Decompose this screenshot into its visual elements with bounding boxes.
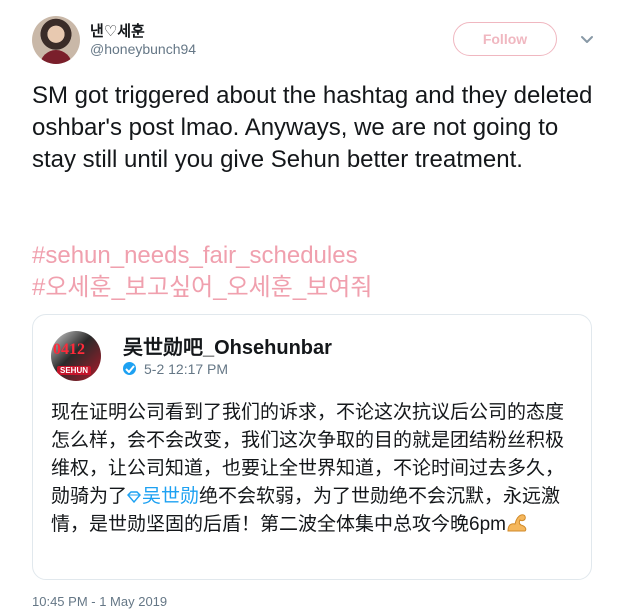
user-handle[interactable]: @honeybunch94: [90, 41, 196, 57]
quoted-tweet-body: 现在证明公司看到了我们的诉求，不论这次抗议后公司的态度怎么样，会不会改变，我们这…: [51, 399, 579, 539]
avatar-tag: SEHUN: [57, 366, 92, 375]
tweet-text: SM got triggered about the hashtag and t…: [32, 82, 593, 173]
hashtag-link[interactable]: #오세훈_보고싶어_오세훈_보여줘: [32, 272, 602, 304]
avatar-number: 0412: [53, 341, 85, 358]
user-avatar[interactable]: [32, 16, 80, 64]
mention-link[interactable]: 吴世勋: [142, 486, 199, 507]
quoted-tweet[interactable]: 0412 SEHUN 吴世勋吧_Ohsehunbar 5-2 12:17 PM …: [32, 314, 592, 580]
tweet-hashtags: #sehun_needs_fair_schedules #오세훈_보고싶어_오세…: [32, 240, 602, 304]
hashtag-link[interactable]: #sehun_needs_fair_schedules: [32, 240, 602, 272]
quoted-user-name: 吴世勋吧_Ohsehunbar: [123, 337, 332, 359]
flexed-biceps-icon: [506, 513, 528, 533]
diamond-icon: [127, 484, 141, 504]
follow-button[interactable]: Follow: [453, 22, 557, 56]
verified-icon: [121, 360, 138, 377]
tweet-timestamp[interactable]: 10:45 PM - 1 May 2019: [32, 594, 167, 609]
user-display-name[interactable]: 낸♡세훈: [90, 20, 145, 41]
quoted-tweet-time: 5-2 12:17 PM: [144, 361, 229, 377]
chevron-down-icon[interactable]: [577, 29, 597, 49]
quoted-user-avatar: 0412 SEHUN: [51, 331, 101, 381]
tweet-header: 낸♡세훈 @honeybunch94 Follow: [32, 14, 602, 66]
